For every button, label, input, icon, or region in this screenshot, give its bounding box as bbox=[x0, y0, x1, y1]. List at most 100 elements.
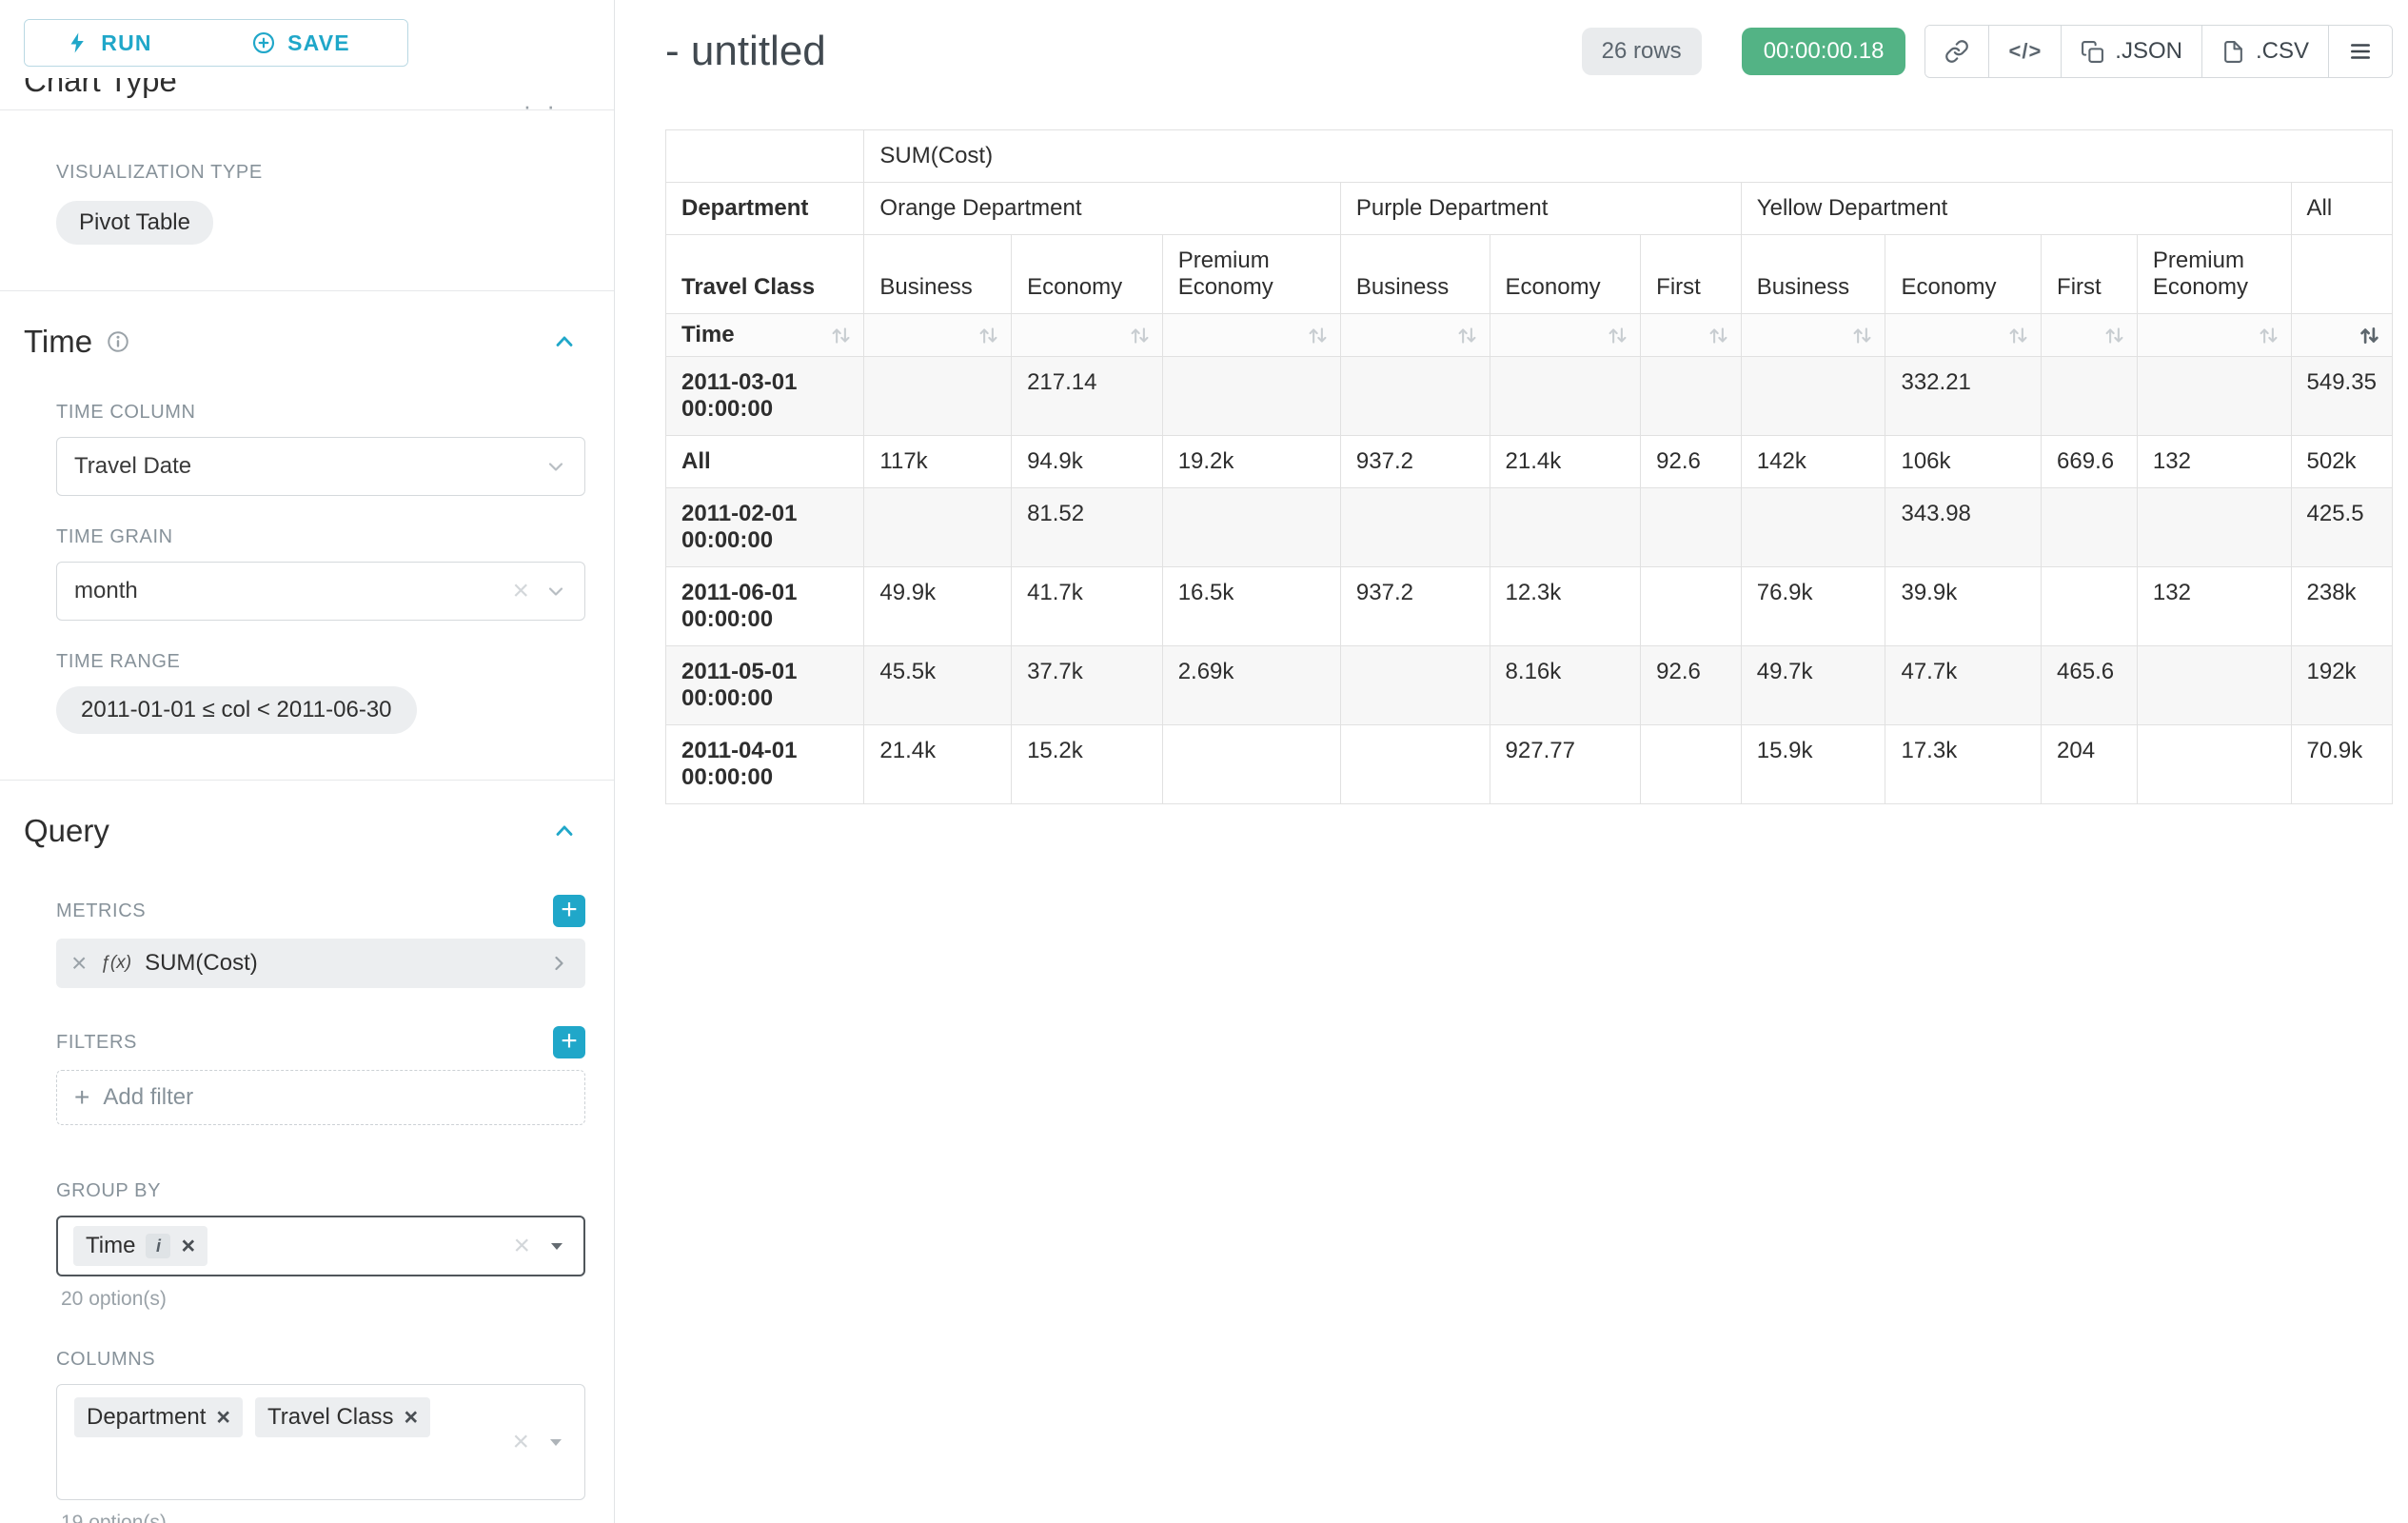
value-cell bbox=[1162, 357, 1340, 436]
sort-icon[interactable] bbox=[1851, 325, 1873, 346]
value-cell bbox=[1641, 357, 1742, 436]
chevron-up-icon[interactable] bbox=[551, 328, 578, 355]
columns-tag-label: Department bbox=[87, 1404, 206, 1431]
copy-link-button[interactable] bbox=[1925, 26, 1988, 77]
value-cell: 21.4k bbox=[864, 725, 1012, 804]
value-cell: 39.9k bbox=[1885, 567, 2042, 646]
sort-active-cell[interactable] bbox=[2291, 314, 2392, 357]
caret-down-icon bbox=[544, 1431, 567, 1454]
sort-cell[interactable] bbox=[1490, 314, 1641, 357]
sort-icon[interactable] bbox=[977, 325, 999, 346]
value-cell: 927.77 bbox=[1490, 725, 1641, 804]
value-cell: 94.9k bbox=[1012, 436, 1163, 488]
value-cell: 204 bbox=[2042, 725, 2138, 804]
sort-row: Time bbox=[666, 314, 2393, 357]
value-cell bbox=[1741, 488, 1885, 567]
plus-icon: + bbox=[74, 1084, 89, 1111]
link-icon bbox=[1944, 39, 1969, 64]
add-filter-plus-button[interactable]: + bbox=[553, 1026, 585, 1058]
group-by-select[interactable]: Time i × × bbox=[56, 1216, 585, 1276]
time-section-title: Time bbox=[24, 324, 92, 360]
add-filter-button[interactable]: + Add filter bbox=[56, 1070, 585, 1125]
value-cell: 70.9k bbox=[2291, 725, 2392, 804]
value-cell: 8.16k bbox=[1490, 646, 1641, 725]
value-cell: 238k bbox=[2291, 567, 2392, 646]
sort-icon[interactable] bbox=[830, 325, 852, 346]
sort-icon[interactable] bbox=[2007, 325, 2029, 346]
sort-cell[interactable] bbox=[2137, 314, 2291, 357]
column-group-row: DepartmentOrange DepartmentPurple Depart… bbox=[666, 183, 2393, 235]
pivot-table-container: SUM(Cost)DepartmentOrange DepartmentPurp… bbox=[665, 129, 2393, 804]
clear-icon[interactable]: × bbox=[512, 577, 529, 605]
sort-icon[interactable] bbox=[1607, 325, 1628, 346]
remove-tag-icon[interactable]: × bbox=[216, 1406, 230, 1430]
value-cell: 142k bbox=[1741, 436, 1885, 488]
clear-icon[interactable]: × bbox=[512, 1428, 529, 1456]
sort-icon[interactable] bbox=[1707, 325, 1729, 346]
chevron-right-icon[interactable] bbox=[547, 952, 570, 975]
value-cell: 41.7k bbox=[1012, 567, 1163, 646]
plus-circle-icon bbox=[251, 30, 276, 55]
visualization-type-value[interactable]: Pivot Table bbox=[56, 201, 213, 245]
sort-icon[interactable] bbox=[1307, 325, 1329, 346]
sort-icon[interactable] bbox=[1456, 325, 1478, 346]
value-cell bbox=[1490, 488, 1641, 567]
table-row: 2011-03-01 00:00:00217.14332.21549.35 bbox=[666, 357, 2393, 436]
embed-code-button[interactable]: </> bbox=[1988, 26, 2061, 77]
remove-tag-icon[interactable]: × bbox=[404, 1406, 418, 1430]
sort-cell[interactable] bbox=[1012, 314, 1163, 357]
sort-cell[interactable] bbox=[864, 314, 1012, 357]
sort-icon[interactable] bbox=[2103, 325, 2125, 346]
sort-icon[interactable] bbox=[2258, 325, 2280, 346]
columns-select[interactable]: Department × Travel Class × × bbox=[56, 1384, 585, 1500]
table-row: 2011-06-01 00:00:0049.9k41.7k16.5k937.21… bbox=[666, 567, 2393, 646]
column-info-icon[interactable]: i bbox=[146, 1234, 170, 1258]
run-button[interactable]: RUN bbox=[25, 20, 194, 66]
sort-cell[interactable] bbox=[1162, 314, 1340, 357]
value-cell bbox=[2042, 488, 2138, 567]
add-metric-button[interactable]: + bbox=[553, 895, 585, 927]
save-button-label: SAVE bbox=[287, 30, 350, 56]
value-cell: 425.5 bbox=[2291, 488, 2392, 567]
metric-item[interactable]: × ƒ(x) SUM(Cost) bbox=[56, 939, 585, 988]
value-cell: 76.9k bbox=[1741, 567, 1885, 646]
row-label-cell: All bbox=[666, 436, 864, 488]
column-header: Business bbox=[1741, 235, 1885, 314]
metric-header-cell: SUM(Cost) bbox=[864, 130, 2393, 183]
row-dimension-sort-cell[interactable]: Time bbox=[666, 314, 864, 357]
chart-title[interactable]: - untitled bbox=[665, 28, 826, 75]
sort-icon[interactable] bbox=[1129, 325, 1151, 346]
column-header: Business bbox=[864, 235, 1012, 314]
export-csv-button[interactable]: .CSV bbox=[2201, 26, 2328, 77]
menu-button[interactable] bbox=[2328, 26, 2392, 77]
export-json-button[interactable]: .JSON bbox=[2061, 26, 2201, 77]
time-range-value[interactable]: 2011-01-01 ≤ col < 2011-06-30 bbox=[56, 686, 417, 734]
file-icon bbox=[2221, 40, 2245, 64]
sort-cell[interactable] bbox=[1885, 314, 2042, 357]
clear-icon[interactable]: × bbox=[513, 1232, 530, 1260]
time-column-select[interactable]: Travel Date bbox=[56, 437, 585, 496]
visualization-type-label: VISUALIZATION TYPE bbox=[56, 162, 614, 184]
sort-cell[interactable] bbox=[1641, 314, 1742, 357]
time-grain-select[interactable]: month × bbox=[56, 562, 585, 621]
value-cell: 343.98 bbox=[1885, 488, 2042, 567]
query-section-header: Query bbox=[24, 813, 578, 849]
value-cell: 19.2k bbox=[1162, 436, 1340, 488]
sort-cell[interactable] bbox=[1741, 314, 1885, 357]
remove-tag-icon[interactable]: × bbox=[181, 1235, 195, 1258]
sort-cell[interactable] bbox=[1340, 314, 1490, 357]
remove-metric-icon[interactable]: × bbox=[71, 950, 87, 977]
row-label-cell: 2011-02-01 00:00:00 bbox=[666, 488, 864, 567]
sort-desc-active-icon[interactable] bbox=[2359, 325, 2380, 346]
column-header bbox=[2291, 235, 2392, 314]
chevron-up-icon[interactable] bbox=[551, 818, 578, 844]
value-cell bbox=[1741, 357, 1885, 436]
clipped-icons: ·· bbox=[523, 91, 570, 110]
columns-tag: Travel Class × bbox=[255, 1397, 430, 1437]
save-button[interactable]: SAVE bbox=[194, 20, 407, 66]
group-by-tag: Time i × bbox=[73, 1226, 207, 1266]
sort-cell[interactable] bbox=[2042, 314, 2138, 357]
column-header: Economy bbox=[1012, 235, 1163, 314]
metric-name: SUM(Cost) bbox=[145, 950, 258, 977]
chevron-down-icon bbox=[544, 455, 567, 478]
